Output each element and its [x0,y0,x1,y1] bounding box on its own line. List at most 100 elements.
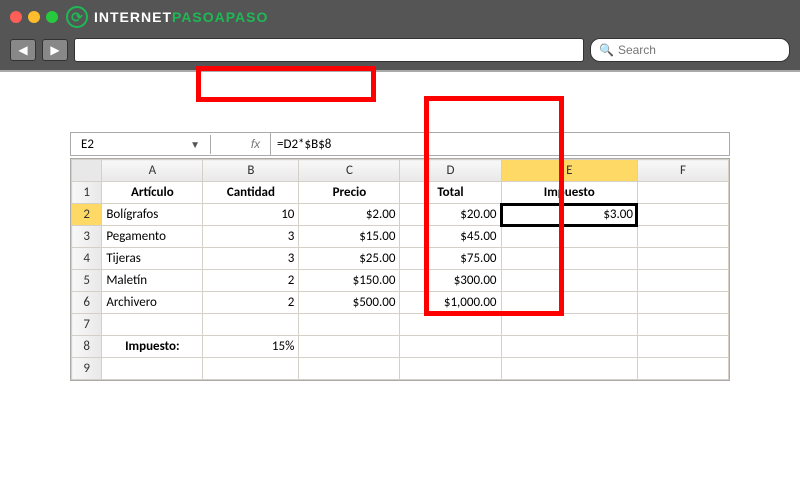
col-header-b[interactable]: B [203,160,299,182]
cell[interactable]: Impuesto [501,182,637,204]
cell[interactable] [299,336,400,358]
maximize-icon[interactable] [46,11,58,23]
cell[interactable]: Tijeras [102,248,203,270]
cell[interactable]: Artículo [102,182,203,204]
cell[interactable]: Bolígrafos [102,204,203,226]
cell[interactable]: $45.00 [400,226,501,248]
cell[interactable] [637,336,728,358]
cell[interactable]: 2 [203,292,299,314]
cell[interactable]: $15.00 [299,226,400,248]
cell[interactable]: 15% [203,336,299,358]
cell[interactable] [400,336,501,358]
cell[interactable]: Cantidad [203,182,299,204]
cell[interactable] [299,358,400,380]
chevron-down-icon[interactable]: ▼ [190,138,200,151]
cell[interactable] [400,314,501,336]
window-controls [10,11,58,23]
cell[interactable] [637,358,728,380]
cell[interactable]: 3 [203,248,299,270]
cell[interactable] [637,292,728,314]
row-header[interactable]: 1 [72,182,102,204]
fx-icon[interactable]: fx [241,133,271,155]
cell[interactable]: Maletín [102,270,203,292]
cell[interactable] [637,226,728,248]
cell[interactable]: $2.00 [299,204,400,226]
cell[interactable]: $300.00 [400,270,501,292]
table-row: 5 Maletín 2 $150.00 $300.00 [72,270,729,292]
cell[interactable]: 2 [203,270,299,292]
cell[interactable] [637,248,728,270]
row-header[interactable]: 4 [72,248,102,270]
col-header-e[interactable]: E [501,160,637,182]
cell[interactable]: 3 [203,226,299,248]
browser-toolbar: ◀ ▶ 🔍 [0,34,800,72]
forward-button[interactable]: ▶ [42,39,68,61]
col-header-f[interactable]: F [637,160,728,182]
name-box-value: E2 [81,137,94,152]
name-box[interactable]: E2 ▼ [71,135,211,154]
cell[interactable]: $20.00 [400,204,501,226]
row-header[interactable]: 8 [72,336,102,358]
table-row: 3 Pegamento 3 $15.00 $45.00 [72,226,729,248]
cell[interactable]: Precio [299,182,400,204]
site-logo: ⟳ INTERNETPASOAPASO [66,6,268,28]
search-icon: 🔍 [599,43,614,57]
table-row: 2 Bolígrafos 10 $2.00 $20.00 $3.00 [72,204,729,226]
cell[interactable] [203,314,299,336]
cell[interactable]: Impuesto: [102,336,203,358]
cell[interactable] [501,292,637,314]
col-header-d[interactable]: D [400,160,501,182]
back-button[interactable]: ◀ [10,39,36,61]
cell[interactable]: $500.00 [299,292,400,314]
row-header[interactable]: 9 [72,358,102,380]
formula-input[interactable] [271,135,729,154]
cell[interactable] [501,270,637,292]
spreadsheet: A B C D E F 1 Artículo Cantidad Precio T… [70,158,730,381]
url-bar[interactable] [74,38,584,62]
cell[interactable] [637,204,728,226]
col-header-c[interactable]: C [299,160,400,182]
active-cell[interactable]: $3.00 [501,204,637,226]
cell[interactable]: $75.00 [400,248,501,270]
cell[interactable] [203,358,299,380]
table-row: 1 Artículo Cantidad Precio Total Impuest… [72,182,729,204]
row-header[interactable]: 3 [72,226,102,248]
search-box[interactable]: 🔍 [590,38,790,62]
cell[interactable]: Total [400,182,501,204]
cell[interactable] [102,358,203,380]
col-header-a[interactable]: A [102,160,203,182]
logo-text: INTERNETPASOAPASO [94,9,268,25]
cell[interactable]: Archivero [102,292,203,314]
cell[interactable] [400,358,501,380]
cell[interactable]: 10 [203,204,299,226]
cell[interactable] [102,314,203,336]
select-all-corner[interactable] [72,160,102,182]
cell[interactable]: $25.00 [299,248,400,270]
cell[interactable]: Pegamento [102,226,203,248]
cell[interactable] [637,182,728,204]
row-header[interactable]: 7 [72,314,102,336]
cell[interactable] [637,270,728,292]
cell[interactable] [501,226,637,248]
cell[interactable] [501,336,637,358]
table-row: 7 [72,314,729,336]
cell[interactable]: $150.00 [299,270,400,292]
search-input[interactable] [618,43,781,57]
grid[interactable]: A B C D E F 1 Artículo Cantidad Precio T… [71,159,729,380]
table-row: 9 [72,358,729,380]
row-header[interactable]: 6 [72,292,102,314]
cell[interactable] [501,314,637,336]
cell[interactable]: $1,000.00 [400,292,501,314]
cell[interactable] [299,314,400,336]
row-header[interactable]: 2 [72,204,102,226]
page-content: E2 ▼ fx A B C D E F 1 Artículo Cantida [0,72,800,381]
minimize-icon[interactable] [28,11,40,23]
highlight-formula [196,66,376,102]
close-icon[interactable] [10,11,22,23]
logo-icon: ⟳ [66,6,88,28]
cell[interactable] [501,358,637,380]
row-header[interactable]: 5 [72,270,102,292]
cell[interactable] [637,314,728,336]
cell[interactable] [501,248,637,270]
formula-bar: E2 ▼ fx [70,132,730,156]
